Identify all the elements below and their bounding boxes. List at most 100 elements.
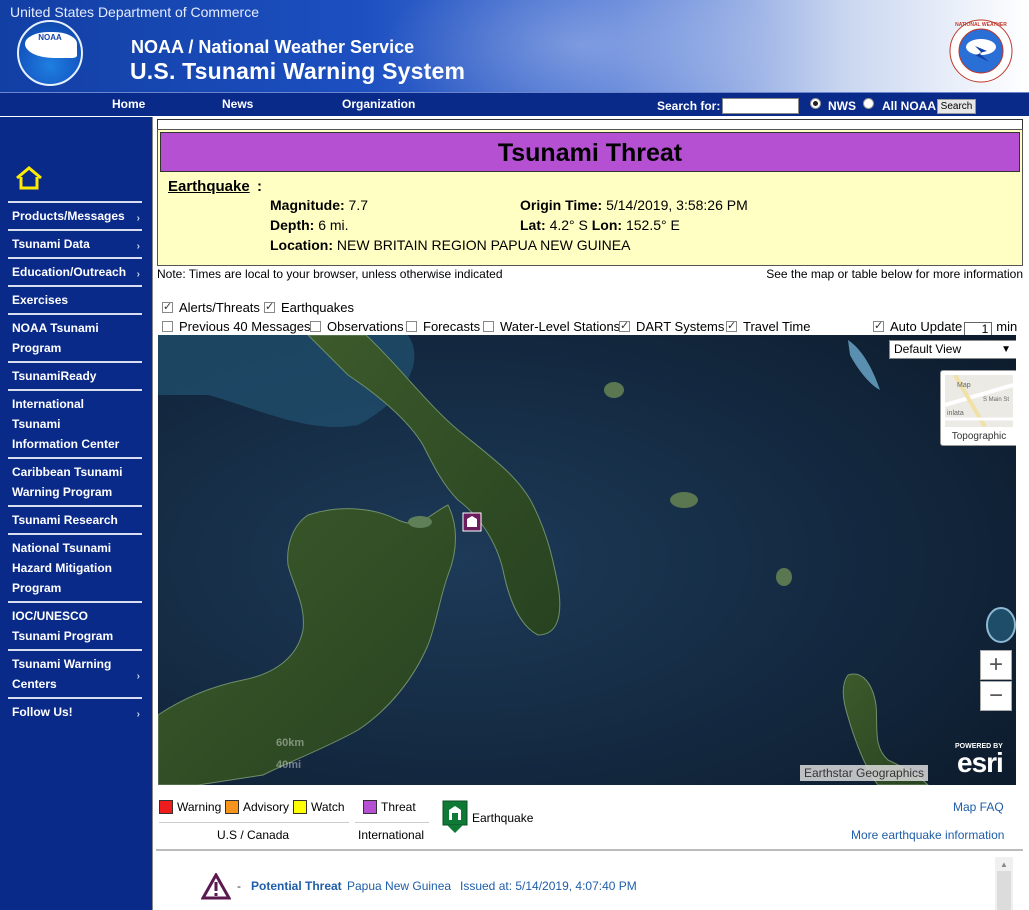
- layer-forecasts[interactable]: Forecasts: [406, 319, 480, 334]
- home-icon[interactable]: [14, 165, 44, 191]
- more-earthquake-info-link[interactable]: More earthquake information: [851, 828, 1004, 842]
- dropdown-arrow-icon: ▼: [1001, 344, 1011, 355]
- basemap-label: Topographic: [951, 431, 1007, 442]
- warning-triangle-icon: [201, 873, 231, 900]
- layer-observations[interactable]: Observations: [310, 319, 404, 334]
- map-table-note: See the map or table below for more info…: [766, 267, 1023, 281]
- sidebar-item-caribbean-tsunami-warning-program[interactable]: Caribbean Tsunami Warning Program: [8, 457, 142, 505]
- tile-label: S Main St: [983, 397, 1009, 403]
- scale-mi: 40mi: [276, 759, 302, 771]
- header-agency: NOAA / National Weather Service: [131, 37, 415, 57]
- chevron-right-icon: ›: [136, 269, 140, 280]
- lon-value: 152.5° E: [625, 217, 680, 233]
- basemap-toggle[interactable]: Map inlata S Main St Topographic: [940, 370, 1016, 446]
- checkbox-icon[interactable]: [162, 321, 173, 332]
- earthquake-heading[interactable]: Earthquake: [168, 178, 250, 195]
- nws-logo-icon[interactable]: NATIONAL WEATHER: [945, 18, 1017, 84]
- sidebar-item-tsunamiready[interactable]: TsunamiReady: [8, 361, 142, 389]
- sidebar-item-ioc-unesco-tsunami-program[interactable]: IOC/UNESCO Tsunami Program: [8, 601, 142, 649]
- checkbox-icon[interactable]: [619, 319, 630, 332]
- svg-text:NATIONAL WEATHER: NATIONAL WEATHER: [955, 22, 1007, 28]
- message-list-scrollbar[interactable]: ▲: [995, 857, 1013, 910]
- checkbox-icon[interactable]: [726, 319, 737, 332]
- sidebar-item-education-outreach[interactable]: Education/Outreach ›: [8, 257, 142, 285]
- legend-label: Watch: [311, 800, 345, 814]
- sidebar-item-tsunami-research[interactable]: Tsunami Research: [8, 505, 142, 533]
- layer-water-level-stations[interactable]: Water-Level Stations: [483, 319, 620, 334]
- scroll-up-icon[interactable]: ▲: [1000, 860, 1008, 869]
- checkbox-icon[interactable]: [264, 300, 275, 313]
- search-button[interactable]: Search: [937, 99, 976, 114]
- sidebar-item-international-tsunami-information-center[interactable]: International Tsunami Information Center: [8, 389, 142, 457]
- radio-nws[interactable]: [810, 98, 821, 109]
- sidebar-item-national-tsunami-hazard-mitigation-program[interactable]: National Tsunami Hazard Mitigation Progr…: [8, 533, 142, 601]
- zoom-out-button[interactable]: −: [980, 681, 1012, 711]
- legend-watch: Watch: [293, 800, 345, 814]
- page: United States Department of Commerce NOA…: [0, 0, 1029, 910]
- sidebar-item-label: International Tsunami Information Center: [12, 397, 120, 451]
- checkbox-icon[interactable]: [483, 321, 494, 332]
- layer-alerts-threats[interactable]: Alerts/Threats: [162, 300, 260, 315]
- header-site-title[interactable]: U.S. Tsunami Warning System: [130, 58, 465, 85]
- depth-label: Depth:: [270, 217, 315, 233]
- advisory-swatch: [225, 800, 239, 814]
- sidebar-item-label: TsunamiReady: [12, 369, 97, 383]
- radio-nws-label: NWS: [828, 99, 856, 113]
- chevron-right-icon: ›: [136, 213, 140, 224]
- magnitude-value: 7.7: [348, 197, 369, 213]
- magnitude-field: Magnitude: 7.7: [270, 197, 368, 213]
- tsunami-map[interactable]: Default View ▼ Map inlata S Main St Topo…: [158, 335, 1016, 785]
- sidebar-item-noaa-tsunami-program[interactable]: NOAA Tsunami Program: [8, 313, 142, 361]
- legend-label: Warning: [177, 800, 222, 814]
- noaa-logo-text: NOAA: [38, 33, 62, 42]
- layer-label: Water-Level Stations: [500, 319, 621, 334]
- layer-travel-time[interactable]: Travel Time: [726, 319, 810, 334]
- auto-update-label: Auto Update: [890, 319, 963, 334]
- search-input[interactable]: [722, 98, 799, 114]
- chevron-right-icon: ›: [136, 671, 140, 682]
- nav-news[interactable]: News: [222, 97, 253, 111]
- checkbox-icon[interactable]: [406, 321, 417, 332]
- nav-organization[interactable]: Organization: [342, 97, 415, 111]
- scale-km: 60km: [276, 737, 305, 749]
- location-label: Location:: [270, 237, 333, 253]
- message-type[interactable]: Potential Threat: [251, 879, 342, 893]
- layer-earthquakes[interactable]: Earthquakes: [264, 300, 354, 315]
- esri-logo[interactable]: POWERED BY esri: [955, 743, 1004, 777]
- sidebar-item-label: Tsunami Data: [12, 237, 90, 251]
- nav-home[interactable]: Home: [112, 97, 145, 111]
- checkbox-icon[interactable]: [310, 321, 321, 332]
- sidebar-item-tsunami-data[interactable]: Tsunami Data ›: [8, 229, 142, 257]
- layer-dart-systems[interactable]: DART Systems: [619, 319, 724, 334]
- lat-lon-field: Lat: 4.2° S Lon: 152.5° E: [520, 217, 680, 233]
- map-view-select[interactable]: Default View ▼: [889, 340, 1016, 359]
- earthquake-heading-colon: :: [257, 178, 262, 195]
- message-region: Papua New Guinea: [347, 879, 452, 893]
- layer-previous-messages[interactable]: Previous 40 Messages: [162, 319, 311, 334]
- noaa-logo-icon[interactable]: NOAA: [17, 20, 83, 86]
- sidebar-item-follow-us[interactable]: Follow Us! ›: [8, 697, 142, 725]
- map-faq-link[interactable]: Map FAQ: [953, 800, 1004, 814]
- sidebar-item-label: Caribbean Tsunami Warning Program: [12, 465, 123, 499]
- sidebar-item-tsunami-warning-centers[interactable]: Tsunami Warning Centers ›: [8, 649, 142, 697]
- layer-label: Travel Time: [743, 319, 811, 334]
- legend-threat: Threat: [363, 800, 416, 814]
- layer-label: Previous 40 Messages: [179, 319, 311, 334]
- sidebar-item-products-messages[interactable]: Products/Messages ›: [8, 201, 142, 229]
- magnitude-label: Magnitude:: [270, 197, 345, 213]
- sidebar-item-exercises[interactable]: Exercises: [8, 285, 142, 313]
- checkbox-icon[interactable]: [873, 319, 884, 332]
- legend-label: Threat: [381, 800, 416, 814]
- zoom-in-button[interactable]: +: [980, 650, 1012, 680]
- radio-all-noaa[interactable]: [863, 98, 874, 109]
- sidebar-menu: Products/Messages › Tsunami Data › Education…: [8, 201, 142, 725]
- sidebar-item-label: IOC/UNESCO Tsunami Program: [12, 609, 114, 643]
- auto-update-unit: min: [996, 319, 1018, 334]
- layer-label: Forecasts: [423, 319, 481, 334]
- map-scale-bar: 60km 40mi: [276, 737, 304, 771]
- checkbox-icon[interactable]: [162, 300, 173, 313]
- layer-label: Observations: [327, 319, 404, 334]
- top-divider: [157, 119, 1023, 129]
- lon-label: Lon:: [591, 217, 623, 233]
- scrollbar-thumb[interactable]: [997, 871, 1011, 910]
